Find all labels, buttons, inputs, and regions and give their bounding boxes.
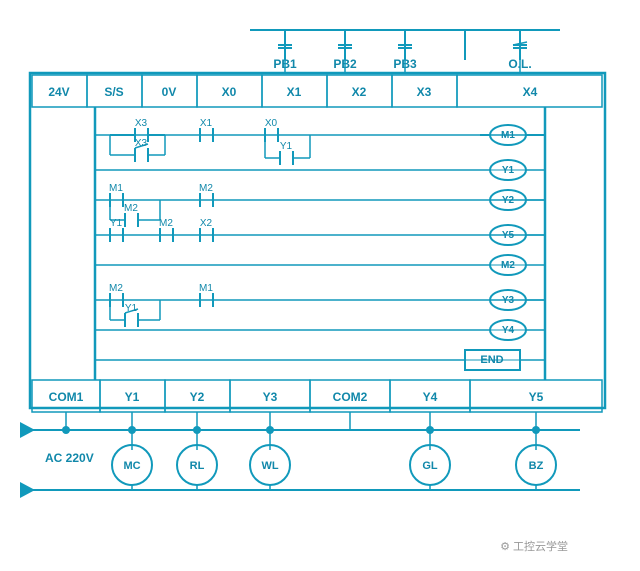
svg-text:X0: X0 xyxy=(222,85,237,99)
svg-text:GL: GL xyxy=(422,460,438,472)
diagram-area: PB1 PB2 PB3 O.L. xyxy=(0,0,640,566)
svg-text:AC 220V: AC 220V xyxy=(45,451,94,465)
svg-text:Y4: Y4 xyxy=(423,390,438,404)
svg-text:Y4: Y4 xyxy=(502,325,515,336)
svg-text:Y1: Y1 xyxy=(110,218,123,229)
svg-text:Y5: Y5 xyxy=(502,230,515,241)
svg-text:BZ: BZ xyxy=(529,460,544,472)
svg-text:24V: 24V xyxy=(48,85,69,99)
svg-text:X3: X3 xyxy=(135,118,148,129)
svg-text:M2: M2 xyxy=(124,203,138,214)
svg-text:X3: X3 xyxy=(417,85,432,99)
svg-text:M2: M2 xyxy=(109,283,123,294)
svg-text:X2: X2 xyxy=(200,218,213,229)
svg-text:S/S: S/S xyxy=(104,85,123,99)
svg-text:WL: WL xyxy=(261,460,278,472)
svg-text:COM1: COM1 xyxy=(49,390,84,404)
svg-text:Y3: Y3 xyxy=(263,390,278,404)
svg-text:Y2: Y2 xyxy=(190,390,205,404)
svg-text:X3: X3 xyxy=(135,138,148,149)
plc-diagram: PB1 PB2 PB3 O.L. xyxy=(0,0,640,566)
svg-text:M2: M2 xyxy=(159,218,173,229)
svg-text:MC: MC xyxy=(123,460,140,472)
svg-text:COM2: COM2 xyxy=(333,390,368,404)
svg-text:M1: M1 xyxy=(109,183,123,194)
svg-text:M1: M1 xyxy=(199,283,213,294)
svg-text:Y1: Y1 xyxy=(502,165,515,176)
svg-text:X1: X1 xyxy=(287,85,302,99)
svg-text:M1: M1 xyxy=(501,130,515,141)
svg-text:Y5: Y5 xyxy=(529,390,544,404)
svg-text:RL: RL xyxy=(190,460,205,472)
svg-text:Y2: Y2 xyxy=(502,195,515,206)
svg-text:M2: M2 xyxy=(199,183,213,194)
svg-text:X4: X4 xyxy=(523,85,538,99)
svg-text:X2: X2 xyxy=(352,85,367,99)
svg-text:END: END xyxy=(480,354,503,366)
svg-text:Y3: Y3 xyxy=(502,295,515,306)
svg-text:X0: X0 xyxy=(265,118,278,129)
svg-text:Y1: Y1 xyxy=(125,390,140,404)
svg-text:Y1: Y1 xyxy=(125,303,138,314)
svg-text:Y1: Y1 xyxy=(280,141,293,152)
svg-text:⚙ 工控云学堂: ⚙ 工控云学堂 xyxy=(500,539,568,553)
svg-text:0V: 0V xyxy=(162,85,177,99)
svg-text:X1: X1 xyxy=(200,118,213,129)
svg-text:M2: M2 xyxy=(501,260,515,271)
